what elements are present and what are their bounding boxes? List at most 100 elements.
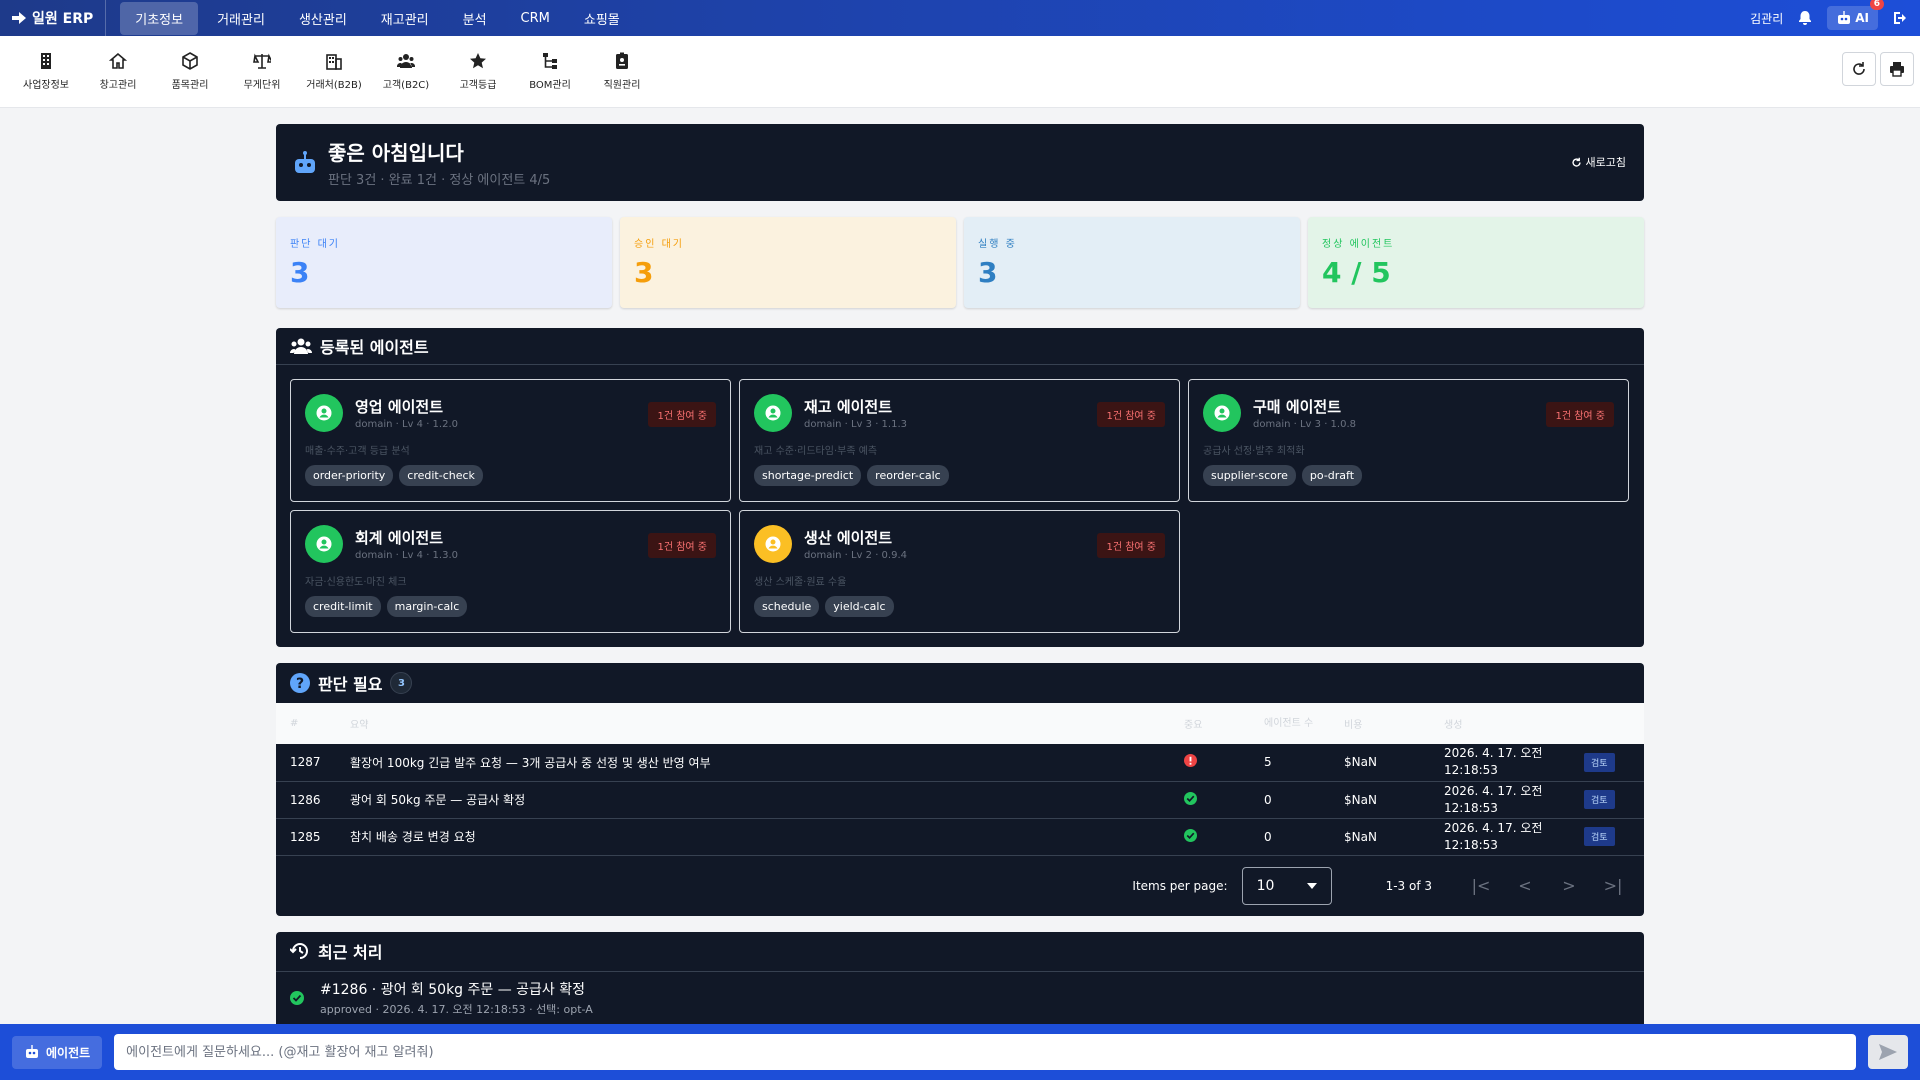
cell-agents: 0 [1250, 781, 1330, 819]
agent-status-badge: 1건 참여 중 [648, 533, 716, 558]
building-icon [41, 53, 51, 69]
cell-summary: 참치 배송 경로 변경 요청 [336, 818, 1170, 856]
next-page-icon[interactable]: > [1554, 876, 1584, 895]
items-per-page-select[interactable]: 10 [1241, 866, 1332, 905]
prev-page-icon[interactable]: < [1510, 876, 1540, 895]
agent-name: 재고 에이전트 [804, 398, 893, 416]
agent-status-badge: 1건 참여 중 [648, 402, 716, 427]
stat-card-pending-approval[interactable]: 승인 대기 3 [620, 217, 956, 308]
agent-card-inventory[interactable]: 재고 에이전트 domain · Lv 3 · 1.1.3 1건 참여 중 재고 … [739, 379, 1180, 502]
agent-name: 구매 에이전트 [1253, 398, 1342, 416]
stat-card-healthy-agents[interactable]: 정상 에이전트 4 / 5 [1308, 217, 1644, 308]
agents-panel: 등록된 에이전트 영업 에이전트 domain · Lv 4 · 1.2.0 1건… [276, 328, 1644, 647]
cell-summary: 활장어 100kg 긴급 발주 요청 — 3개 공급사 중 선정 및 생산 반영… [336, 744, 1170, 782]
nav-item-crm[interactable]: CRM [506, 4, 565, 33]
table-row[interactable]: 1286 광어 회 50kg 주문 — 공급사 확정 0 $NaN 2026. … [276, 781, 1644, 819]
nav-item-trade[interactable]: 거래관리 [202, 2, 280, 35]
column-header-id[interactable]: # [276, 703, 336, 744]
agent-meta: domain · Lv 3 · 1.1.3 [804, 419, 907, 430]
agent-tag[interactable]: reorder-calc [867, 465, 949, 486]
agent-avatar [305, 525, 343, 563]
question-circle-icon: ? [290, 673, 310, 693]
tool-label: 고객등급 [459, 80, 497, 91]
column-header-agents[interactable]: 에이전트 수 [1250, 703, 1330, 744]
nav-item-shop[interactable]: 쇼핑몰 [569, 2, 635, 35]
cell-importance [1170, 818, 1250, 856]
agents-panel-title: 등록된 에이전트 [320, 338, 429, 357]
tool-weight-unit[interactable]: 무게단위 [226, 52, 298, 91]
tool-employees[interactable]: 직원관리 [586, 52, 658, 91]
agent-card-accounting[interactable]: 회계 에이전트 domain · Lv 4 · 1.3.0 1건 참여 중 자금·… [290, 510, 731, 633]
items-per-page-label: Items per page: [1132, 878, 1228, 893]
ai-label: AI [1855, 11, 1869, 25]
recent-item-detail: approved · 2026. 4. 17. 오전 12:18:53 · 선택… [320, 1002, 593, 1016]
logout-icon[interactable] [1892, 10, 1908, 26]
agent-tag[interactable]: credit-limit [305, 596, 381, 617]
cell-actions: 검토 [1570, 818, 1644, 856]
tool-bom[interactable]: BOM관리 [514, 52, 586, 91]
stat-card-running[interactable]: 실행 중 3 [964, 217, 1300, 308]
first-page-icon[interactable]: |< [1466, 876, 1496, 895]
column-header-summary[interactable]: 요약 [336, 703, 1170, 744]
print-button[interactable] [1880, 52, 1914, 86]
tree-structure-icon [543, 53, 557, 69]
agent-chat-button-label: 에이전트 [46, 1045, 91, 1060]
agent-tag[interactable]: margin-calc [386, 596, 468, 617]
module-toolbar: 사업장정보 창고관리 품목관리 무게단위 거래처(B2B) 고객(B2C) 고객… [0, 36, 1920, 108]
stat-label: 정상 에이전트 [1322, 239, 1395, 250]
agent-status-badge: 1건 참여 중 [1097, 533, 1165, 558]
history-icon [290, 943, 308, 959]
tool-label: 고객(B2C) [382, 80, 430, 91]
tool-warehouse[interactable]: 창고관리 [82, 52, 154, 91]
stat-card-pending-decision[interactable]: 판단 대기 3 [276, 217, 612, 308]
decisions-panel: ? 판단 필요 3 # 요약 중요 에이전트 수 비용 생성 1287 활장어 [276, 663, 1644, 916]
agent-card-sales[interactable]: 영업 에이전트 domain · Lv 4 · 1.2.0 1건 참여 중 매출·… [290, 379, 731, 502]
last-page-icon[interactable]: >| [1598, 876, 1628, 895]
review-button[interactable]: 검토 [1584, 790, 1615, 809]
page-range: 1-3 of 3 [1385, 878, 1432, 893]
agent-avatar [305, 394, 343, 432]
ai-notification-badge: 6 [1869, 0, 1884, 10]
review-button[interactable]: 검토 [1584, 827, 1615, 846]
agent-name: 영업 에이전트 [355, 398, 444, 416]
tool-business-info[interactable]: 사업장정보 [10, 52, 82, 91]
stat-value: 4 / 5 [1322, 256, 1391, 289]
send-button[interactable] [1868, 1035, 1908, 1069]
agent-tag[interactable]: credit-check [399, 465, 483, 486]
tool-items[interactable]: 품목관리 [154, 52, 226, 91]
agent-meta: domain · Lv 2 · 0.9.4 [804, 550, 907, 561]
tool-b2b-partners[interactable]: 거래처(B2B) [298, 52, 370, 91]
recent-item[interactable]: #1286 · 광어 회 50kg 주문 — 공급사 확정 approved ·… [276, 972, 1644, 1024]
nav-item-basic-info[interactable]: 기초정보 [120, 1, 199, 35]
bell-icon[interactable] [1797, 10, 1813, 26]
agent-tag[interactable]: po-draft [1301, 465, 1363, 486]
user-name[interactable]: 김관리 [1750, 10, 1783, 27]
column-header-cost[interactable]: 비용 [1330, 703, 1430, 744]
column-header-importance[interactable]: 중요 [1170, 703, 1250, 744]
column-header-created[interactable]: 생성 [1430, 703, 1570, 744]
agent-tag[interactable]: yield-calc [825, 596, 894, 617]
review-button[interactable]: 검토 [1584, 752, 1615, 772]
agent-tag[interactable]: shortage-predict [754, 465, 862, 486]
nav-item-production[interactable]: 생산관리 [284, 2, 362, 35]
agent-tag[interactable]: order-priority [305, 465, 394, 486]
agent-description: 매출·수주·고객 등급 분석 [305, 446, 410, 457]
agent-chat-input[interactable] [114, 1034, 1856, 1070]
agent-tag[interactable]: supplier-score [1203, 465, 1296, 486]
tool-b2c-customers[interactable]: 고객(B2C) [370, 52, 442, 91]
agent-chat-button[interactable]: 에이전트 [12, 1035, 103, 1069]
agent-card-purchase[interactable]: 구매 에이전트 domain · Lv 3 · 1.0.8 1건 참여 중 공급사… [1188, 379, 1629, 502]
refresh-button[interactable] [1842, 52, 1876, 86]
greeting-refresh-button[interactable]: 새로고침 [1571, 154, 1626, 170]
agent-description: 자금·신용한도·마진 체크 [305, 577, 407, 588]
cell-importance [1170, 744, 1250, 782]
table-row[interactable]: 1287 활장어 100kg 긴급 발주 요청 — 3개 공급사 중 선정 및 … [276, 744, 1644, 782]
nav-item-analysis[interactable]: 분석 [448, 2, 502, 35]
app-logo[interactable]: 일원 ERP [0, 0, 107, 36]
agent-tag[interactable]: schedule [754, 596, 820, 617]
table-row[interactable]: 1285 참치 배송 경로 변경 요청 0 $NaN 2026. 4. 17. … [276, 818, 1644, 856]
ai-button[interactable]: AI 6 [1827, 0, 1884, 30]
nav-item-inventory[interactable]: 재고관리 [366, 2, 444, 35]
tool-customer-grade[interactable]: 고객등급 [442, 52, 514, 91]
agent-card-production[interactable]: 생산 에이전트 domain · Lv 2 · 0.9.4 1건 참여 중 생산 … [739, 510, 1180, 633]
